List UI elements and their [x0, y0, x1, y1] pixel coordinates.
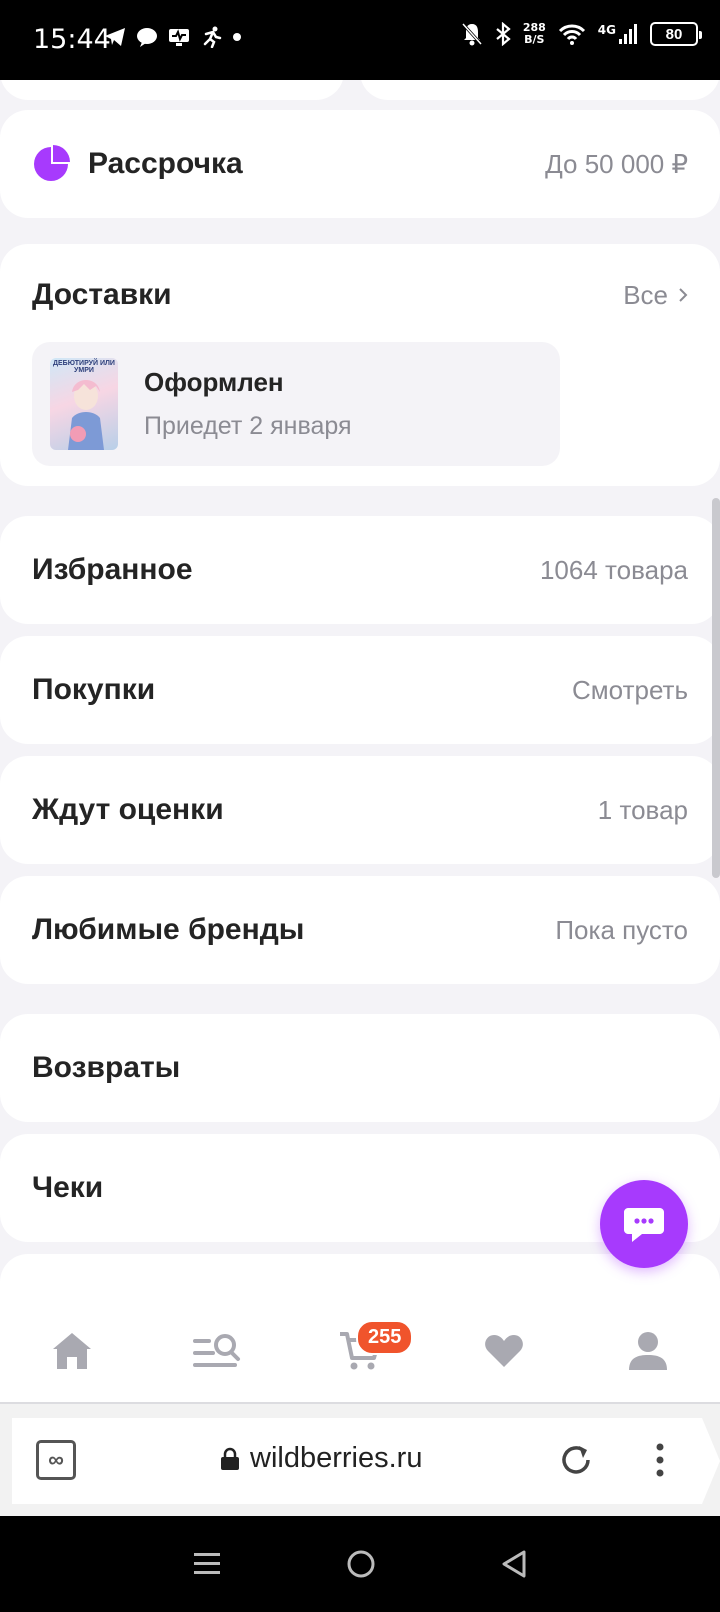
installment-title: Рассрочка — [88, 147, 243, 180]
row-title: Возвраты — [32, 1051, 181, 1084]
returns-row[interactable]: Возвраты — [0, 1014, 720, 1122]
row-value: Пока пусто — [555, 914, 688, 945]
status-time: 15:44 — [33, 24, 111, 55]
row-title: Любимые бренды — [32, 913, 305, 946]
url-text: wildberries.ru — [250, 1442, 423, 1474]
signal-icon — [619, 24, 637, 44]
home-icon — [53, 1333, 91, 1369]
row-title: Чеки — [32, 1171, 104, 1204]
awaiting-review-row[interactable]: Ждут оценки 1 товар — [0, 756, 720, 864]
bluetooth-icon — [496, 22, 511, 46]
deliveries-card: Доставки Все ДЕБЮТИРУЙ ИЛИ УМРИ Оформлен… — [0, 244, 720, 486]
mute-bell-icon — [461, 22, 482, 46]
product-thumbnail: ДЕБЮТИРУЙ ИЛИ УМРИ — [50, 358, 118, 450]
network-speed: 288 B/S — [522, 21, 546, 46]
catalog-search-icon — [193, 1334, 240, 1367]
row-value: 1 товар — [597, 794, 688, 825]
deliveries-all-link[interactable]: Все — [623, 280, 688, 311]
browser-tabs-icon[interactable]: ∞ — [36, 1440, 76, 1480]
reload-icon[interactable] — [556, 1440, 596, 1480]
deliveries-title: Доставки — [32, 278, 172, 311]
lock-icon — [221, 1447, 239, 1470]
scrollbar[interactable] — [712, 498, 720, 878]
bottom-tab-bar — [0, 1300, 720, 1404]
row-title: Покупки — [32, 673, 156, 706]
runner-icon — [203, 26, 222, 48]
recent-apps-icon[interactable] — [192, 1550, 222, 1578]
delivery-status: Оформлен — [144, 367, 284, 397]
delivery-item[interactable]: ДЕБЮТИРУЙ ИЛИ УМРИ Оформлен Приедет 2 ян… — [32, 342, 560, 466]
profile-icon — [629, 1332, 667, 1370]
row-value: 1064 товара — [539, 554, 688, 585]
wifi-icon — [558, 24, 585, 45]
delivery-date: Приедет 2 января — [144, 412, 352, 440]
status-bar: 15:44 288 B/S 4G 80 — [0, 0, 720, 80]
chevron-right-icon — [679, 288, 688, 302]
installment-value: До 50 000 ₽ — [545, 148, 688, 179]
dot-icon — [233, 33, 241, 41]
installment-card[interactable]: Рассрочка До 50 000 ₽ — [0, 110, 720, 218]
browser-toolbar: ∞ wildberries.ru — [0, 1404, 720, 1516]
installment-pie-icon — [34, 145, 70, 181]
partial-card-left — [0, 80, 344, 100]
favorites-heart-icon — [485, 1335, 523, 1367]
network-type: 4G — [597, 23, 616, 37]
back-triangle-icon[interactable] — [500, 1549, 528, 1579]
system-nav-bar — [0, 1516, 720, 1612]
row-title: Ждут оценки — [32, 793, 224, 826]
partial-card-right — [360, 80, 720, 100]
battery-indicator: 80 — [650, 22, 702, 46]
chat-icon — [624, 1208, 664, 1242]
browser-address-bar[interactable]: ∞ wildberries.ru — [12, 1418, 720, 1504]
cart-count-badge: 255 — [356, 1320, 414, 1355]
partial-card-bottom — [0, 1254, 720, 1300]
purchases-row[interactable]: Покупки Смотреть — [0, 636, 720, 744]
favorites-row[interactable]: Избранное 1064 товара — [0, 516, 720, 624]
tab-catalog[interactable] — [176, 1311, 256, 1391]
telegram-icon — [105, 28, 125, 46]
browser-menu-icon[interactable] — [652, 1440, 668, 1480]
tab-favorites[interactable] — [464, 1311, 544, 1391]
chat-button[interactable] — [600, 1180, 688, 1268]
profile-content: Рассрочка До 50 000 ₽ Доставки Все ДЕБЮТ… — [0, 80, 720, 1300]
chat-bubble-icon — [137, 28, 157, 47]
tab-home[interactable] — [32, 1311, 112, 1391]
row-value: Смотреть — [572, 674, 688, 705]
row-title: Избранное — [32, 553, 193, 586]
monitor-icon — [169, 29, 189, 46]
favorite-brands-row[interactable]: Любимые бренды Пока пусто — [0, 876, 720, 984]
tab-profile[interactable] — [608, 1311, 688, 1391]
home-circle-icon[interactable] — [346, 1549, 376, 1579]
